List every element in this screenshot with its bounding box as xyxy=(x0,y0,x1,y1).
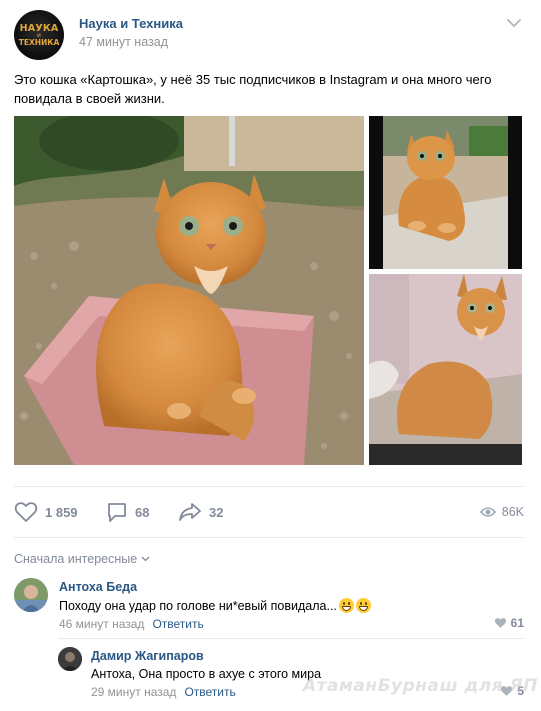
heart-icon xyxy=(14,502,38,522)
post-actions-bar: 1 859 68 32 86K xyxy=(14,500,524,524)
like-button[interactable]: 1 859 xyxy=(14,500,78,524)
grinning-emoji-icon xyxy=(338,598,354,613)
divider xyxy=(14,537,524,538)
post-photo-3[interactable] xyxy=(369,274,522,465)
comment-like-button[interactable]: 61 xyxy=(494,616,524,630)
reply-button[interactable]: Ответить xyxy=(184,685,235,699)
like-count: 1 859 xyxy=(45,504,78,520)
comment-like-count: 61 xyxy=(510,616,524,630)
comment-count: 68 xyxy=(135,504,150,520)
cat-photo-image xyxy=(369,274,522,465)
comment-author-link[interactable]: Антоха Беда xyxy=(59,580,137,594)
comment-item: Антоха Беда Походу она удар по голове ни… xyxy=(14,578,524,634)
views-counter: 86K xyxy=(479,500,524,524)
group-avatar[interactable]: НАУКА и ТЕХНИКА xyxy=(14,10,64,60)
comment-meta: 29 минут назад Ответить xyxy=(91,685,236,699)
comment-meta: 46 минут назад Ответить xyxy=(59,617,204,631)
grinning-emoji-icon xyxy=(355,598,371,613)
eye-icon xyxy=(479,507,496,517)
cat-photo-image xyxy=(14,116,364,465)
post-photo-main[interactable] xyxy=(14,116,364,465)
group-name-link[interactable]: Наука и Техника xyxy=(79,16,183,31)
cat-photo-image xyxy=(369,116,522,269)
watermark: АтаманБурнаш для ЯП xyxy=(303,676,538,696)
chevron-down-icon xyxy=(141,556,150,562)
sort-label: Сначала интересные xyxy=(14,552,138,566)
comments-sort-dropdown[interactable]: Сначала интересные xyxy=(14,552,150,566)
views-count: 86K xyxy=(501,505,524,519)
post-timestamp[interactable]: 47 минут назад xyxy=(79,35,168,49)
post-photo-2[interactable] xyxy=(369,116,522,269)
comment-text: Антоха, Она просто в ахуе с этого мира xyxy=(91,667,322,681)
avatar[interactable] xyxy=(14,578,48,612)
post-text: Это кошка «Картошка», у неё 35 тыс подпи… xyxy=(14,72,492,106)
heart-icon xyxy=(494,618,506,628)
comment-timestamp[interactable]: 29 минут назад xyxy=(91,685,176,699)
comment-icon xyxy=(108,503,126,522)
reply-button[interactable]: Ответить xyxy=(152,617,203,631)
share-arrow-icon xyxy=(179,503,201,521)
comment-button[interactable]: 68 xyxy=(106,500,149,524)
chevron-down-icon[interactable] xyxy=(507,18,521,28)
post-header: НАУКА и ТЕХНИКА Наука и Техника 47 минут… xyxy=(14,10,527,60)
share-count: 32 xyxy=(209,504,224,520)
user-photo xyxy=(14,578,48,612)
avatar-logo-text: ТЕХНИКА xyxy=(18,38,60,47)
comment-author-link[interactable]: Дамир Жагипаров xyxy=(91,649,204,663)
avatar[interactable] xyxy=(58,647,82,671)
user-photo xyxy=(58,647,82,671)
comment-timestamp[interactable]: 46 минут назад xyxy=(59,617,144,631)
comment-text: Походу она удар по голове ни*евый повида… xyxy=(59,598,371,613)
divider xyxy=(58,638,524,639)
share-button[interactable]: 32 xyxy=(178,500,223,524)
divider xyxy=(14,486,524,487)
